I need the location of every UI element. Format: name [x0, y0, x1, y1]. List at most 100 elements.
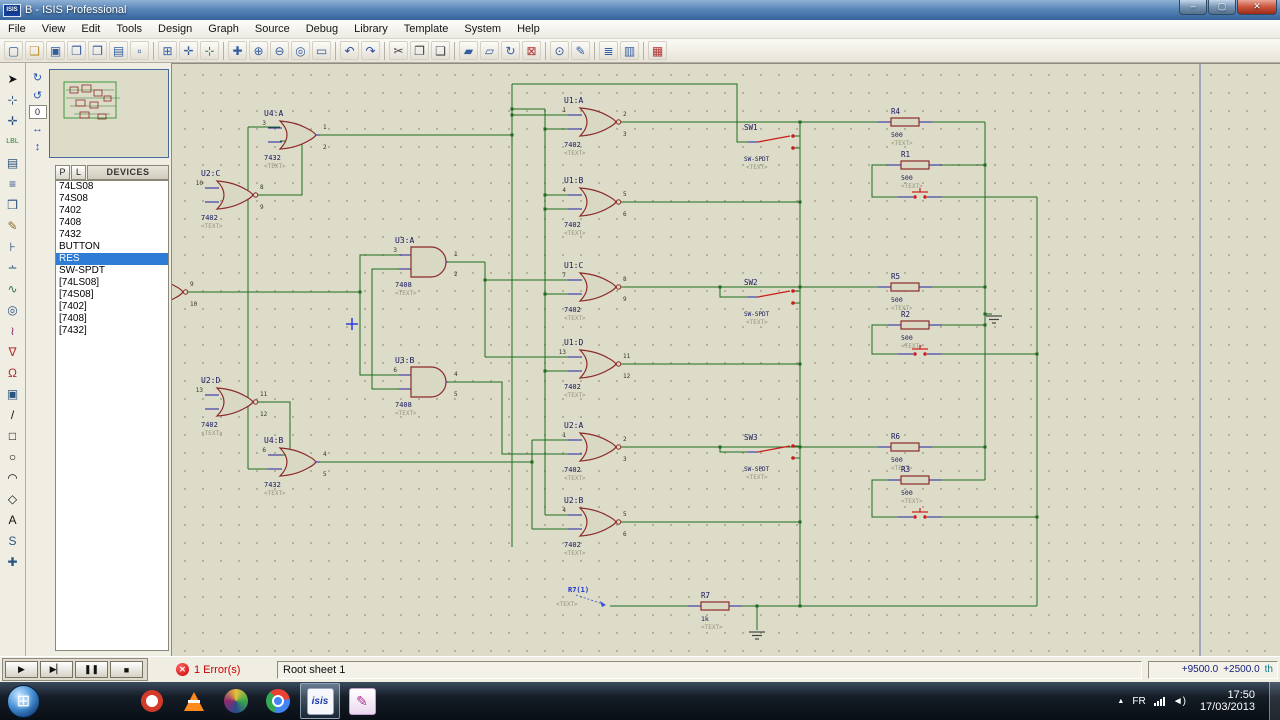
- play-button[interactable]: ▶: [5, 661, 38, 678]
- wire[interactable]: [871, 324, 898, 355]
- mark-area-icon[interactable]: ▫: [130, 41, 149, 60]
- menu-design[interactable]: Design: [150, 20, 200, 39]
- resistor-R7[interactable]: R7 1k<TEXT>: [688, 591, 742, 631]
- taskbar-firefox-icon[interactable]: [90, 683, 130, 719]
- device-item[interactable]: [7402]: [56, 301, 168, 313]
- menu-tools[interactable]: Tools: [108, 20, 150, 39]
- component-icon[interactable]: ⊹: [3, 90, 23, 109]
- cut-icon[interactable]: ✂: [389, 41, 408, 60]
- voltage-probe-icon[interactable]: ∇: [3, 342, 23, 361]
- origin-icon[interactable]: ✛: [179, 41, 198, 60]
- gate-U2:D[interactable]: 13 11 12 U2:D 7402<TEXT>: [196, 376, 268, 437]
- wire-label-icon[interactable]: LBL: [3, 132, 23, 151]
- minimize-button[interactable]: –: [1179, 0, 1207, 15]
- close-button[interactable]: ✕: [1237, 0, 1277, 15]
- angle-field[interactable]: 0: [28, 105, 47, 119]
- menu-system[interactable]: System: [456, 20, 509, 39]
- undo-icon[interactable]: ↶: [340, 41, 359, 60]
- terminal-icon[interactable]: ⊦: [3, 237, 23, 256]
- ground-symbol[interactable]: [986, 315, 1002, 324]
- gate-U2:C[interactable]: 10 8 9 U2:C 7402<TEXT>: [196, 169, 264, 230]
- rotate-cw-icon[interactable]: ↻: [29, 69, 46, 85]
- schematic-canvas[interactable]: 10 8 9 U2:C 7402 <TEXT> 3 1 2 U4:A 7432 <TEXT> 13 11 1…: [172, 63, 1280, 657]
- library-button[interactable]: L: [71, 165, 86, 180]
- menu-library[interactable]: Library: [346, 20, 396, 39]
- block-copy-icon[interactable]: ▰: [459, 41, 478, 60]
- print-icon[interactable]: ▤: [109, 41, 128, 60]
- device-item[interactable]: [74LS08]: [56, 277, 168, 289]
- paste-icon[interactable]: ❑: [431, 41, 450, 60]
- box-2d-icon[interactable]: □: [3, 426, 23, 445]
- error-segment[interactable]: ✕ 1 Error(s): [176, 663, 271, 676]
- language-indicator[interactable]: FR: [1132, 696, 1145, 707]
- new-sheet-icon[interactable]: ▥: [620, 41, 639, 60]
- block-delete-icon[interactable]: ⊠: [522, 41, 541, 60]
- switch-SW2[interactable]: SW2 SW-SPDT<TEXT>: [744, 278, 795, 326]
- rotate-ccw-icon[interactable]: ↺: [29, 87, 46, 103]
- graph-icon[interactable]: ∿: [3, 279, 23, 298]
- text-script-icon[interactable]: ▤: [3, 153, 23, 172]
- gate-U2:A[interactable]: 1 2 3 U2:A 7402<TEXT>: [562, 421, 627, 482]
- device-item[interactable]: 7408: [56, 217, 168, 229]
- junction-icon[interactable]: ✛: [3, 111, 23, 130]
- design-explorer-icon[interactable]: ≣: [599, 41, 618, 60]
- device-item[interactable]: 74S08: [56, 193, 168, 205]
- open-design-icon[interactable]: ❏: [25, 41, 44, 60]
- gate-U1:D[interactable]: 13 11 12 U1:D 7402<TEXT>: [559, 338, 631, 399]
- selection-icon[interactable]: ➤: [3, 69, 23, 88]
- wire[interactable]: [359, 254, 399, 376]
- mirror-vertical-icon[interactable]: ↕: [29, 139, 46, 155]
- zoom-area-icon[interactable]: ▭: [312, 41, 331, 60]
- menu-template[interactable]: Template: [396, 20, 457, 39]
- new-file-icon[interactable]: ▢: [4, 41, 23, 60]
- show-hidden-icons[interactable]: ▲: [1117, 698, 1124, 705]
- toggle-grid-icon[interactable]: ⊞: [158, 41, 177, 60]
- device-item[interactable]: 7432: [56, 229, 168, 241]
- zoom-in-icon[interactable]: ⊕: [249, 41, 268, 60]
- export-section-icon[interactable]: ❒: [88, 41, 107, 60]
- device-item[interactable]: BUTTON: [56, 241, 168, 253]
- menu-help[interactable]: Help: [509, 20, 548, 39]
- menu-view[interactable]: View: [34, 20, 74, 39]
- taskbar-explorer-icon[interactable]: [48, 683, 88, 719]
- gate-U4:A[interactable]: 3 1 2 U4:A 7432<TEXT>: [262, 109, 327, 170]
- switch-SW1[interactable]: SW1 SW-SPDT<TEXT>: [744, 123, 795, 171]
- pan-icon[interactable]: ✚: [228, 41, 247, 60]
- wire[interactable]: [512, 83, 748, 143]
- switch-SW3[interactable]: SW3 SW-SPDT<TEXT>: [744, 433, 795, 481]
- ground-symbol[interactable]: [749, 631, 765, 640]
- device-item[interactable]: [7432]: [56, 325, 168, 337]
- overview-minimap[interactable]: [49, 69, 169, 158]
- device-pin-icon[interactable]: ∸: [3, 258, 23, 277]
- gate-partial[interactable]: 9 10: [172, 278, 198, 308]
- bus-icon[interactable]: ≡: [3, 174, 23, 193]
- wire[interactable]: [719, 287, 748, 298]
- taskbar-chrome-icon[interactable]: [258, 683, 298, 719]
- resistor-R4[interactable]: R4 500<TEXT>: [878, 107, 932, 147]
- step-button[interactable]: ▶▏: [40, 661, 73, 678]
- device-item[interactable]: [7408]: [56, 313, 168, 325]
- circle-2d-icon[interactable]: ○: [3, 447, 23, 466]
- show-desktop-button[interactable]: [1269, 682, 1280, 720]
- taskbar-design-icon[interactable]: ✎: [342, 683, 382, 719]
- marker-2d-icon[interactable]: ✚: [3, 552, 23, 571]
- property-tool-icon[interactable]: ✎: [571, 41, 590, 60]
- block-move-icon[interactable]: ▱: [480, 41, 499, 60]
- gate-U3:A[interactable]: 3 1 2 U3:A 7408<TEXT>: [393, 236, 458, 297]
- subcircuit-icon[interactable]: ❒: [3, 195, 23, 214]
- import-section-icon[interactable]: ❐: [67, 41, 86, 60]
- gate-U3:B[interactable]: 6 4 5 U3:B 7408<TEXT>: [393, 356, 458, 417]
- pick-devices-button[interactable]: P: [55, 165, 70, 180]
- pause-button[interactable]: ❚❚: [75, 661, 108, 678]
- menu-file[interactable]: File: [0, 20, 34, 39]
- menu-source[interactable]: Source: [247, 20, 298, 39]
- zoom-all-icon[interactable]: ◎: [291, 41, 310, 60]
- copy-icon[interactable]: ❐: [410, 41, 429, 60]
- virtual-instrument-icon[interactable]: ▣: [3, 384, 23, 403]
- menu-edit[interactable]: Edit: [73, 20, 108, 39]
- device-item[interactable]: 7402: [56, 205, 168, 217]
- device-item[interactable]: RES: [56, 253, 168, 265]
- wire[interactable]: [448, 381, 580, 455]
- netlist-ares-icon[interactable]: ▦: [648, 41, 667, 60]
- tape-recorder-icon[interactable]: ◎: [3, 300, 23, 319]
